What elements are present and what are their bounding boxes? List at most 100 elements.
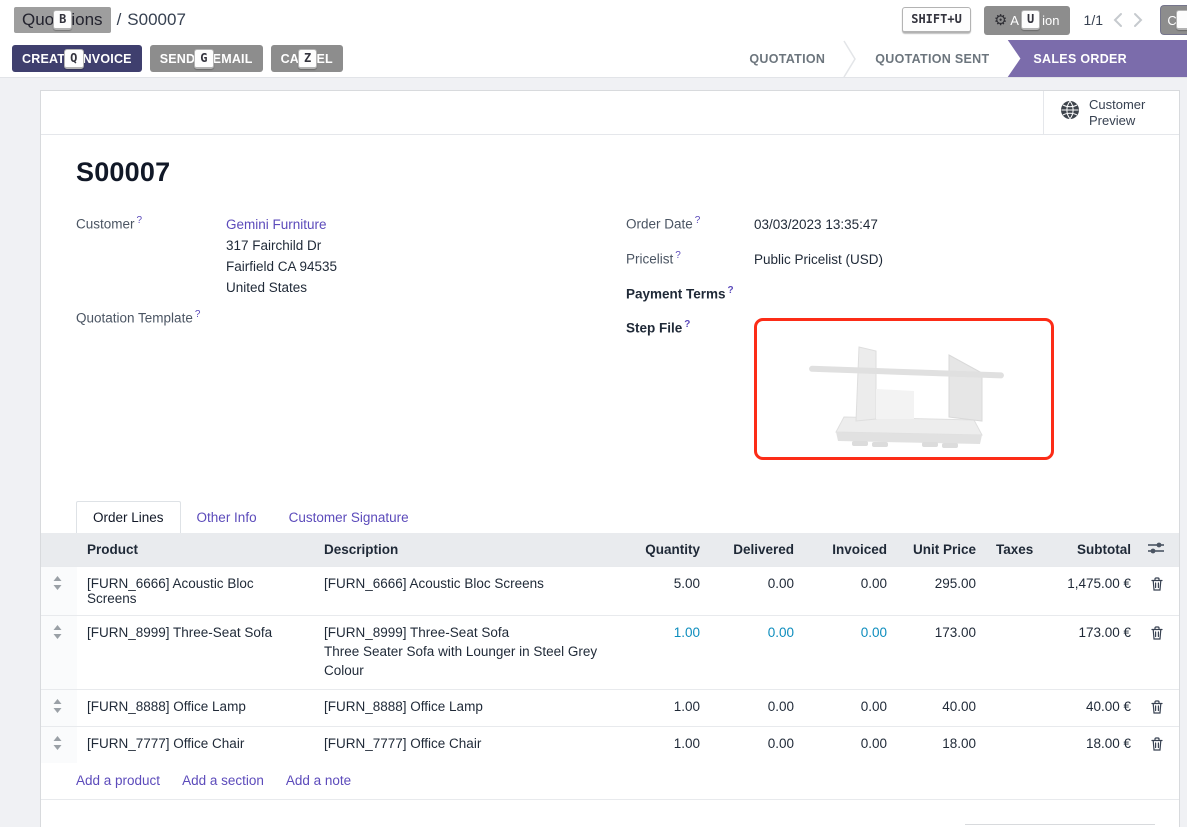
column-header-subtotal[interactable]: Subtotal bbox=[1038, 533, 1141, 567]
delete-row-icon[interactable] bbox=[1141, 566, 1179, 615]
description-line: Three Seater Sofa with Lounger in Steel … bbox=[324, 642, 610, 680]
status-step-sales-order[interactable]: SALES ORDER bbox=[1007, 40, 1187, 78]
cell-unit-price[interactable]: 40.00 bbox=[897, 689, 986, 726]
cell-description[interactable]: [FURN_7777] Office Chair bbox=[314, 726, 620, 763]
total-box: Total: 1,706.00 € bbox=[965, 824, 1155, 827]
status-step-quotation[interactable]: QUOTATION bbox=[731, 40, 843, 78]
table-row[interactable]: [FURN_8999] Three-Seat Sofa [FURN_8999] … bbox=[41, 615, 1179, 689]
cell-unit-price[interactable]: 18.00 bbox=[897, 726, 986, 763]
cell-delivered[interactable]: 0.00 bbox=[710, 689, 804, 726]
cell-subtotal: 173.00 € bbox=[1038, 615, 1141, 689]
cell-taxes[interactable] bbox=[986, 615, 1038, 689]
cell-taxes[interactable] bbox=[986, 566, 1038, 615]
hotkey-badge-shift-u: SHIFT+U bbox=[902, 7, 971, 33]
cell-product[interactable]: [FURN_6666] Acoustic Bloc Screens bbox=[77, 566, 314, 615]
optional-columns-icon[interactable] bbox=[1141, 533, 1179, 567]
cell-quantity[interactable]: 5.00 bbox=[620, 566, 710, 615]
cell-delivered[interactable]: 0.00 bbox=[710, 726, 804, 763]
column-header-taxes[interactable]: Taxes bbox=[986, 533, 1038, 567]
form-sheet: Customer Preview S00007 Customer? Gemini… bbox=[40, 90, 1180, 827]
cell-quantity[interactable]: 1.00 bbox=[620, 726, 710, 763]
cell-invoiced[interactable]: 0.00 bbox=[804, 689, 897, 726]
tab-customer-signature[interactable]: Customer Signature bbox=[273, 502, 425, 533]
hotkey-badge-q: Q bbox=[64, 49, 83, 69]
globe-icon bbox=[1060, 100, 1080, 125]
cell-product[interactable]: [FURN_8999] Three-Seat Sofa bbox=[77, 615, 314, 689]
order-lines-table: Product Description Quantity Delivered I… bbox=[41, 533, 1179, 763]
cell-taxes[interactable] bbox=[986, 689, 1038, 726]
cell-invoiced[interactable]: 0.00 bbox=[804, 615, 897, 689]
customer-field-label: Customer? bbox=[76, 214, 226, 298]
column-header-product[interactable]: Product bbox=[77, 533, 314, 567]
address-line: United States bbox=[226, 277, 337, 298]
customer-link[interactable]: Gemini Furniture bbox=[226, 214, 337, 235]
sheet-footer: Terms and conditions... Total: 1,706.00 … bbox=[41, 800, 1179, 827]
add-a-section-link[interactable]: Add a section bbox=[182, 773, 264, 788]
action-menu-label: ion bbox=[1042, 13, 1059, 28]
cell-delivered[interactable]: 0.00 bbox=[710, 615, 804, 689]
cell-unit-price[interactable]: 173.00 bbox=[897, 615, 986, 689]
column-header-delivered[interactable]: Delivered bbox=[710, 533, 804, 567]
tab-order-lines[interactable]: Order Lines bbox=[76, 501, 181, 533]
table-row[interactable]: [FURN_7777] Office Chair [FURN_7777] Off… bbox=[41, 726, 1179, 763]
edge-cropped-button[interactable]: C bbox=[1160, 5, 1187, 35]
gear-icon: ⚙ bbox=[994, 11, 1007, 29]
drag-handle-icon[interactable] bbox=[41, 615, 77, 689]
table-row[interactable]: [FURN_8888] Office Lamp [FURN_8888] Offi… bbox=[41, 689, 1179, 726]
terms-and-conditions-input[interactable]: Terms and conditions... bbox=[76, 824, 215, 827]
column-header-invoiced[interactable]: Invoiced bbox=[804, 533, 897, 567]
cell-unit-price[interactable]: 295.00 bbox=[897, 566, 986, 615]
cell-taxes[interactable] bbox=[986, 726, 1038, 763]
customer-preview-button[interactable]: Customer Preview bbox=[1043, 91, 1179, 134]
delete-row-icon[interactable] bbox=[1141, 689, 1179, 726]
cell-product[interactable]: [FURN_7777] Office Chair bbox=[77, 726, 314, 763]
pager-next-icon[interactable] bbox=[1133, 12, 1143, 28]
cancel-button[interactable]: CAZEL bbox=[271, 45, 343, 72]
delete-row-icon[interactable] bbox=[1141, 615, 1179, 689]
breadcrumb-quotations-link[interactable]: QuoBions bbox=[14, 7, 111, 33]
cell-subtotal: 1,475.00 € bbox=[1038, 566, 1141, 615]
hotkey-badge-u: U bbox=[1021, 10, 1040, 30]
add-a-note-link[interactable]: Add a note bbox=[286, 773, 351, 788]
column-header-quantity[interactable]: Quantity bbox=[620, 533, 710, 567]
column-header-unit-price[interactable]: Unit Price bbox=[897, 533, 986, 567]
top-navbar: QuoBions / S00007 SHIFT+U ⚙ AUion 1/1 C bbox=[0, 0, 1187, 40]
order-date-field-value[interactable]: 03/03/2023 13:35:47 bbox=[754, 214, 878, 235]
pricelist-field-label: Pricelist? bbox=[626, 249, 754, 270]
action-menu-button[interactable]: ⚙ AUion bbox=[984, 6, 1070, 35]
cell-quantity[interactable]: 1.00 bbox=[620, 615, 710, 689]
statusbar: QUOTATION QUOTATION SENT SALES ORDER bbox=[731, 40, 1187, 78]
cell-description[interactable]: [FURN_6666] Acoustic Bloc Screens bbox=[314, 566, 620, 615]
step-file-3d-render bbox=[764, 329, 1044, 449]
create-invoice-label: CREAT bbox=[22, 52, 65, 66]
pager-previous-icon[interactable] bbox=[1113, 12, 1123, 28]
cell-invoiced[interactable]: 0.00 bbox=[804, 566, 897, 615]
status-separator-icon bbox=[843, 40, 857, 78]
tab-other-info[interactable]: Other Info bbox=[181, 502, 273, 533]
drag-handle-icon[interactable] bbox=[41, 566, 77, 615]
page-title: S00007 bbox=[76, 157, 1144, 188]
pricelist-field-value[interactable]: Public Pricelist (USD) bbox=[754, 249, 883, 270]
order-date-field-label: Order Date? bbox=[626, 214, 754, 235]
send-email-button[interactable]: SENDGEMAIL bbox=[150, 45, 263, 72]
status-step-quotation-sent[interactable]: QUOTATION SENT bbox=[857, 40, 1007, 78]
cell-invoiced[interactable]: 0.00 bbox=[804, 726, 897, 763]
cell-product[interactable]: [FURN_8888] Office Lamp bbox=[77, 689, 314, 726]
pager-counter: 1/1 bbox=[1084, 12, 1103, 28]
breadcrumb-separator: / bbox=[117, 10, 122, 30]
cell-description[interactable]: [FURN_8888] Office Lamp bbox=[314, 689, 620, 726]
drag-handle-icon[interactable] bbox=[41, 726, 77, 763]
add-a-product-link[interactable]: Add a product bbox=[76, 773, 160, 788]
drag-handle-icon[interactable] bbox=[41, 689, 77, 726]
address-line: 317 Fairchild Dr bbox=[226, 235, 337, 256]
table-header-row: Product Description Quantity Delivered I… bbox=[41, 533, 1179, 567]
delete-row-icon[interactable] bbox=[1141, 726, 1179, 763]
column-header-description[interactable]: Description bbox=[314, 533, 620, 567]
step-file-image[interactable] bbox=[754, 318, 1054, 460]
cell-delivered[interactable]: 0.00 bbox=[710, 566, 804, 615]
table-row[interactable]: [FURN_6666] Acoustic Bloc Screens [FURN_… bbox=[41, 566, 1179, 615]
create-invoice-button[interactable]: CREATQNVOICE bbox=[12, 45, 142, 72]
cell-quantity[interactable]: 1.00 bbox=[620, 689, 710, 726]
cell-description[interactable]: [FURN_8999] Three-Seat Sofa Three Seater… bbox=[314, 615, 620, 689]
quotation-template-field-label: Quotation Template? bbox=[76, 308, 226, 326]
